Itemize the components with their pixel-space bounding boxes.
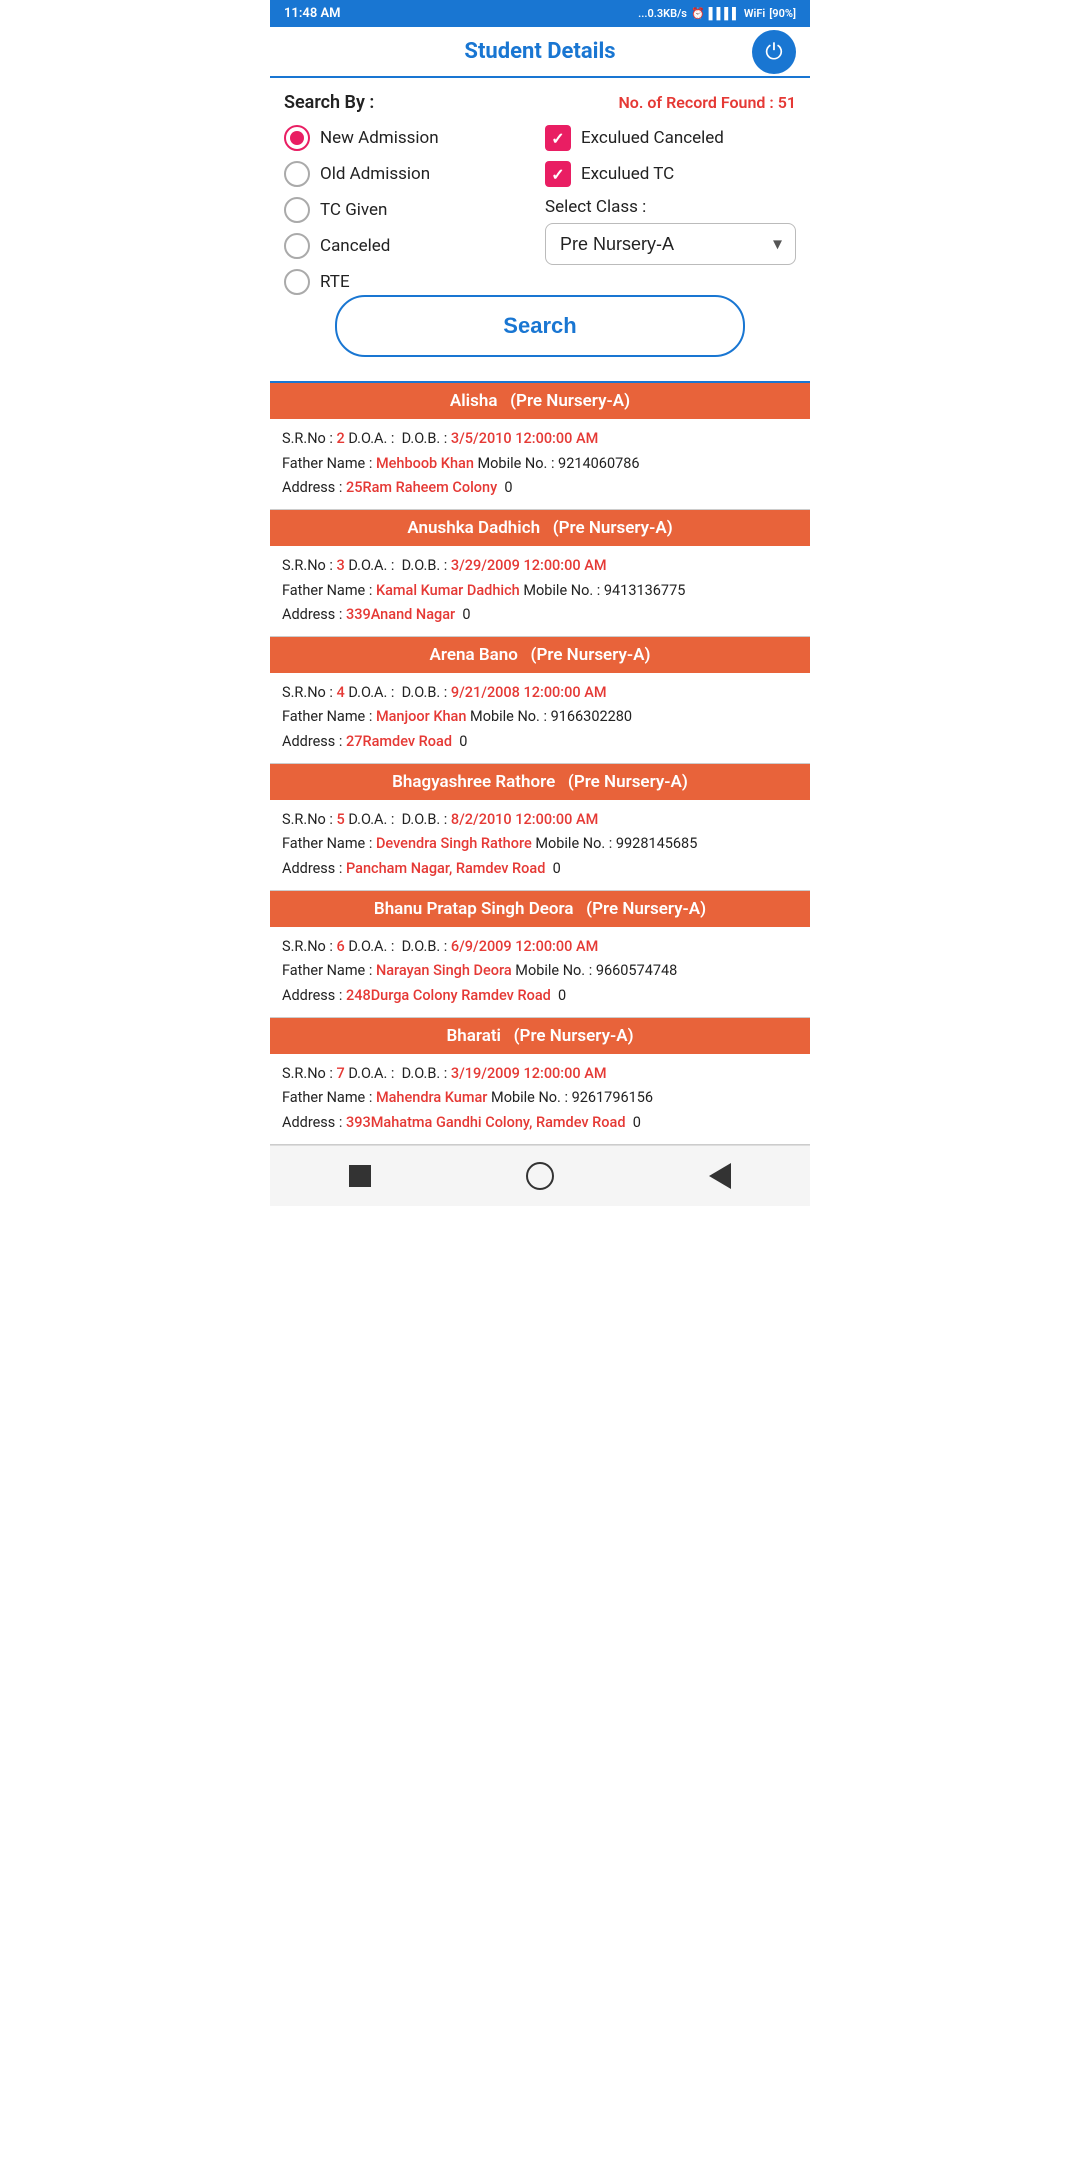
square-icon <box>349 1165 371 1187</box>
signal-icon: ▌▌▌▌ <box>709 7 740 20</box>
back-button[interactable] <box>524 1160 556 1192</box>
radio-new-admission[interactable]: New Admission <box>284 125 535 151</box>
radio-new-admission-indicator <box>284 125 310 151</box>
bottom-nav <box>270 1145 810 1206</box>
records-found: No. of Record Found : 51 <box>618 93 796 112</box>
student-name-header: Anushka Dadhich (Pre Nursery-A) <box>270 510 810 546</box>
radio-rte[interactable]: RTE <box>284 269 535 295</box>
student-card[interactable]: Arena Bano (Pre Nursery-A) S.R.No : 4 D.… <box>270 637 810 764</box>
radio-old-admission[interactable]: Old Admission <box>284 161 535 187</box>
student-details: S.R.No : 7 D.O.A. : D.O.B. : 3/19/2009 1… <box>270 1054 810 1144</box>
student-card[interactable]: Bhanu Pratap Singh Deora (Pre Nursery-A)… <box>270 891 810 1018</box>
search-by-label: Search By : <box>284 92 374 113</box>
radio-canceled[interactable]: Canceled <box>284 233 535 259</box>
student-name-header: Bharati (Pre Nursery-A) <box>270 1018 810 1054</box>
status-time: 11:48 AM <box>284 6 341 21</box>
class-select-wrapper[interactable]: Pre Nursery-A Pre Nursery-B Nursery-A Nu… <box>545 223 796 265</box>
search-by-row: Search By : No. of Record Found : 51 <box>284 92 796 113</box>
students-list: Alisha (Pre Nursery-A) S.R.No : 2 D.O.A.… <box>270 383 810 1145</box>
circle-icon <box>526 1162 554 1190</box>
student-name-header: Alisha (Pre Nursery-A) <box>270 383 810 419</box>
battery-icon: [90%] <box>769 7 796 20</box>
checkbox-exculued-tc-label: Exculued TC <box>581 164 674 184</box>
checkbox-exculued-tc[interactable]: ✓ Exculued TC <box>545 161 796 187</box>
back-arrow-icon <box>709 1163 731 1189</box>
search-section: Search By : No. of Record Found : 51 New… <box>270 78 810 381</box>
status-right: ...0.3KB/s ⏰ ▌▌▌▌ WiFi [90%] <box>638 7 796 20</box>
student-name-header: Bhagyashree Rathore (Pre Nursery-A) <box>270 764 810 800</box>
radio-new-admission-label: New Admission <box>320 128 439 148</box>
select-class-label: Select Class : <box>545 197 796 217</box>
page-title: Student Details <box>464 39 615 64</box>
wifi-icon: WiFi <box>744 7 765 20</box>
checkbox-exculued-canceled-label: Exculued Canceled <box>581 128 724 148</box>
radio-old-admission-label: Old Admission <box>320 164 430 184</box>
student-details: S.R.No : 4 D.O.A. : D.O.B. : 9/21/2008 1… <box>270 673 810 763</box>
select-class-section: Select Class : Pre Nursery-A Pre Nursery… <box>545 197 796 265</box>
class-select[interactable]: Pre Nursery-A Pre Nursery-B Nursery-A Nu… <box>545 223 796 265</box>
student-card[interactable]: Bharati (Pre Nursery-A) S.R.No : 7 D.O.A… <box>270 1018 810 1145</box>
student-card[interactable]: Bhagyashree Rathore (Pre Nursery-A) S.R.… <box>270 764 810 891</box>
student-details: S.R.No : 5 D.O.A. : D.O.B. : 8/2/2010 12… <box>270 800 810 890</box>
checkbox-exculued-canceled[interactable]: ✓ Exculued Canceled <box>545 125 796 151</box>
clock-icon: ⏰ <box>691 7 705 20</box>
radio-options: New Admission Old Admission TC Given Can… <box>284 125 535 295</box>
student-details: S.R.No : 6 D.O.A. : D.O.B. : 6/9/2009 12… <box>270 927 810 1017</box>
radio-rte-label: RTE <box>320 272 350 292</box>
radio-canceled-indicator <box>284 233 310 259</box>
student-name-header: Bhanu Pratap Singh Deora (Pre Nursery-A) <box>270 891 810 927</box>
network-speed: ...0.3KB/s <box>638 7 687 20</box>
status-bar: 11:48 AM ...0.3KB/s ⏰ ▌▌▌▌ WiFi [90%] <box>270 0 810 27</box>
radio-canceled-label: Canceled <box>320 236 390 256</box>
right-options: ✓ Exculued Canceled ✓ Exculued TC Select… <box>545 125 796 295</box>
search-button[interactable]: Search <box>335 295 745 357</box>
recents-button[interactable] <box>704 1160 736 1192</box>
student-details: S.R.No : 2 D.O.A. : D.O.B. : 3/5/2010 12… <box>270 419 810 509</box>
radio-rte-indicator <box>284 269 310 295</box>
options-container: New Admission Old Admission TC Given Can… <box>284 125 796 295</box>
checkbox-exculued-tc-indicator: ✓ <box>545 161 571 187</box>
radio-tc-given-label: TC Given <box>320 200 387 220</box>
student-name-header: Arena Bano (Pre Nursery-A) <box>270 637 810 673</box>
power-button[interactable]: ⏻ <box>752 30 796 74</box>
student-details: S.R.No : 3 D.O.A. : D.O.B. : 3/29/2009 1… <box>270 546 810 636</box>
radio-old-admission-indicator <box>284 161 310 187</box>
home-button[interactable] <box>344 1160 376 1192</box>
student-card[interactable]: Alisha (Pre Nursery-A) S.R.No : 2 D.O.A.… <box>270 383 810 510</box>
student-card[interactable]: Anushka Dadhich (Pre Nursery-A) S.R.No :… <box>270 510 810 637</box>
app-header: Student Details ⏻ <box>270 27 810 78</box>
radio-tc-given[interactable]: TC Given <box>284 197 535 223</box>
checkbox-exculued-canceled-indicator: ✓ <box>545 125 571 151</box>
radio-tc-given-indicator <box>284 197 310 223</box>
